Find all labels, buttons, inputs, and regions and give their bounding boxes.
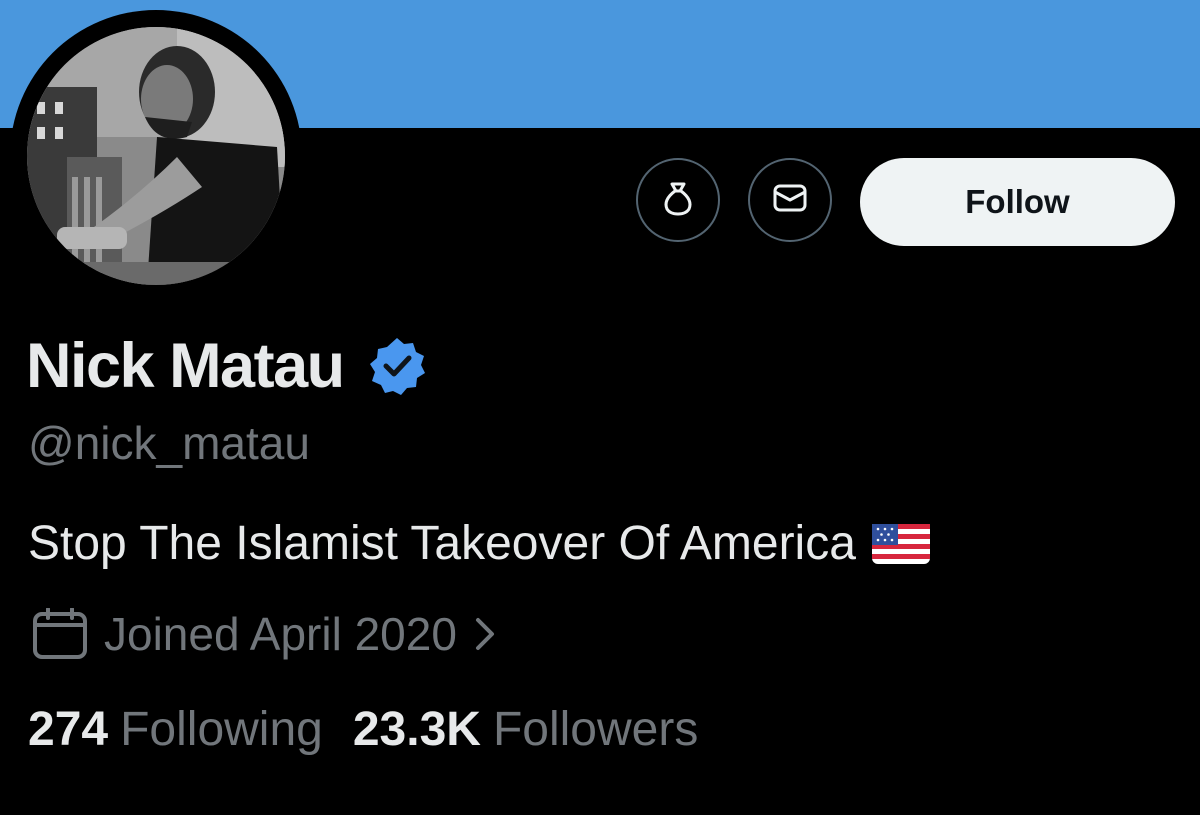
- verified-badge-icon[interactable]: [366, 335, 428, 397]
- us-flag-icon: [871, 524, 930, 564]
- avatar-photo: [27, 27, 285, 285]
- joined-date-row[interactable]: Joined April 2020: [32, 604, 497, 664]
- message-button[interactable]: [748, 158, 832, 242]
- following-stat-link[interactable]: 274 Following: [28, 706, 323, 754]
- money-bag-icon: [658, 178, 698, 223]
- tip-button[interactable]: [636, 158, 720, 242]
- joined-date-text: Joined April 2020: [104, 608, 457, 660]
- chevron-right-icon: [473, 616, 497, 652]
- bio-text: Stop The Islamist Takeover Of America: [28, 517, 856, 570]
- followers-count: 23.3K: [352, 703, 481, 756]
- avatar[interactable]: [27, 27, 285, 285]
- following-label: Following: [120, 703, 323, 756]
- user-handle: @nick_matau: [28, 417, 310, 469]
- follow-stats: 274 Following 23.3K Followers: [28, 706, 698, 754]
- followers-stat-link[interactable]: 23.3K Followers: [353, 706, 698, 754]
- followers-label: Followers: [492, 703, 699, 756]
- calendar-icon: [32, 608, 88, 660]
- bio: Stop The Islamist Takeover Of America: [28, 520, 930, 568]
- following-count: 274: [28, 703, 109, 756]
- envelope-icon: [770, 178, 810, 223]
- follow-button[interactable]: Follow: [860, 158, 1175, 246]
- name-row: Nick Matau: [26, 326, 428, 406]
- display-name: Nick Matau: [26, 330, 345, 401]
